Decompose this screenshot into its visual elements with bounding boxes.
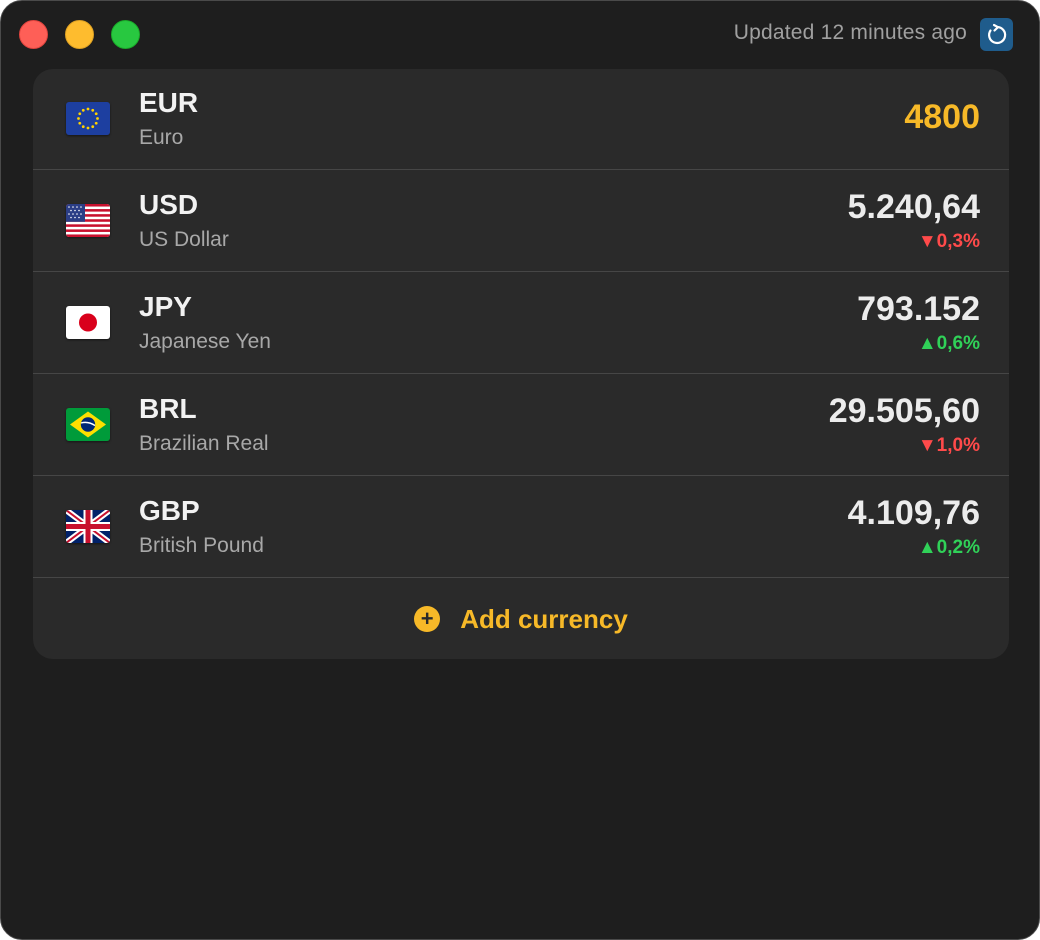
minimize-window-button[interactable]	[65, 20, 94, 49]
currency-code: JPY	[139, 291, 192, 322]
zoom-window-button[interactable]	[111, 20, 140, 49]
currency-name: British Pound	[139, 534, 264, 557]
currency-row-usd[interactable]: USD US Dollar 5.240,64 ▼0,3%	[33, 171, 1009, 272]
currency-name: Japanese Yen	[139, 330, 271, 353]
change-indicator: ▲0,6%	[917, 333, 980, 354]
converted-value: 5.240,64	[847, 188, 980, 226]
converted-value: 793.152	[857, 290, 980, 328]
currency-row-brl[interactable]: BRL Brazilian Real 29.505,60 ▼1,0%	[33, 375, 1009, 476]
close-window-button[interactable]	[19, 20, 48, 49]
change-indicator: ▼1,0%	[917, 435, 980, 456]
currency-code: USD	[139, 189, 199, 220]
currency-name: US Dollar	[139, 228, 229, 251]
add-currency-label: Add currency	[460, 603, 628, 634]
jp-flag-icon	[66, 306, 110, 339]
converted-value: 4.109,76	[847, 494, 980, 532]
currency-code: GBP	[139, 495, 200, 526]
refresh-button[interactable]	[980, 18, 1013, 51]
us-flag-icon	[66, 204, 110, 237]
base-amount-value[interactable]: 4800	[904, 98, 980, 137]
add-currency-button[interactable]: + Add currency	[33, 579, 1009, 659]
currency-code: EUR	[139, 87, 199, 118]
br-flag-icon	[66, 408, 110, 441]
plus-circle-icon: +	[414, 606, 441, 632]
refresh-icon	[987, 23, 1006, 44]
updated-status: Updated 12 minutes ago	[733, 21, 967, 44]
currency-row-eur[interactable]: EUR Euro 4800	[33, 69, 1009, 170]
app-window: Updated 12 minutes ago EUR Euro 4800 USD…	[0, 0, 1040, 940]
change-indicator: ▼0,3%	[917, 231, 980, 252]
eu-flag-icon	[66, 102, 110, 135]
currency-row-jpy[interactable]: JPY Japanese Yen 793.152 ▲0,6%	[33, 273, 1009, 374]
currency-name: Brazilian Real	[139, 432, 269, 455]
currency-list: EUR Euro 4800 USD US Dollar 5.240,64 ▼0,…	[33, 69, 1009, 659]
gb-flag-icon	[66, 510, 110, 543]
change-indicator: ▲0,2%	[917, 537, 980, 558]
currency-code: BRL	[139, 393, 197, 424]
converted-value: 29.505,60	[828, 392, 980, 430]
currency-name: Euro	[139, 126, 184, 149]
currency-row-gbp[interactable]: GBP British Pound 4.109,76 ▲0,2%	[33, 477, 1009, 578]
